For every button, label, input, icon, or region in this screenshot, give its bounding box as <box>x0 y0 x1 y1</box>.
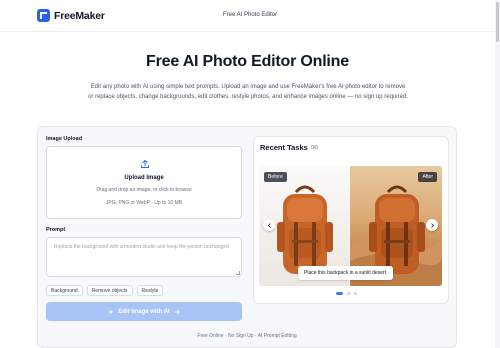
footer-note: Free Online · No Sign Up · AI Prompt Edi… <box>197 333 297 339</box>
prompt-chips: Background Remove objects Restyle <box>46 285 164 296</box>
chip-remove-objects[interactable]: Remove objects <box>86 285 133 296</box>
task-caption: Place this backpack in a sunlit desert. <box>298 266 394 280</box>
page-title: Free AI Photo Editor Online <box>146 53 349 70</box>
nav-link-photo-editor[interactable]: Free AI Photo Editor <box>0 12 500 18</box>
prompt-label: Prompt <box>46 227 66 233</box>
upload-title: Upload Image <box>124 175 164 181</box>
chevron-left-icon <box>267 222 271 228</box>
chevron-right-icon <box>430 222 434 228</box>
after-tag: After <box>418 172 437 182</box>
carousel-prev-button[interactable] <box>263 219 275 231</box>
sparkle-icon <box>108 308 114 315</box>
backpack-before-image <box>277 185 333 274</box>
before-tag: Before <box>264 172 287 182</box>
edit-image-button[interactable]: Edit Image with AI <box>46 302 242 321</box>
upload-dropzone[interactable]: Upload Image Drag and drop an image, or … <box>46 146 242 219</box>
carousel-dot-3[interactable] <box>354 292 357 295</box>
recent-tasks-count: 0/8 <box>311 145 318 151</box>
before-after-slider[interactable]: Before After Place this backpack in a su… <box>259 166 442 286</box>
carousel-dot-2[interactable] <box>347 292 350 295</box>
carousel-next-button[interactable] <box>426 219 438 231</box>
arrow-right-icon <box>173 309 180 314</box>
upload-formats: JPG, PNG or WebP · Up to 10 MB <box>105 200 183 206</box>
image-upload-label: Image Upload <box>46 136 83 142</box>
recent-tasks-title: Recent Tasks <box>260 143 308 152</box>
carousel-dot-1[interactable] <box>336 292 343 295</box>
prompt-input[interactable] <box>46 237 242 277</box>
upload-icon <box>141 159 149 168</box>
page-scrollbar[interactable] <box>495 0 500 348</box>
page-description: Edit any photo with AI using simple text… <box>88 84 408 100</box>
upload-hint: Drag and drop an image, or click to brow… <box>96 187 192 193</box>
backpack-after-image <box>369 185 425 274</box>
chip-restyle[interactable]: Restyle <box>136 285 164 296</box>
carousel-dots <box>336 292 357 295</box>
chip-background[interactable]: Background <box>46 285 83 296</box>
scrollbar-thumb[interactable] <box>496 2 499 42</box>
resize-handle-icon[interactable] <box>236 271 240 275</box>
top-bar: FreeMaker Free AI Photo Editor <box>0 0 500 32</box>
edit-button-label: Edit Image with AI <box>118 308 170 315</box>
